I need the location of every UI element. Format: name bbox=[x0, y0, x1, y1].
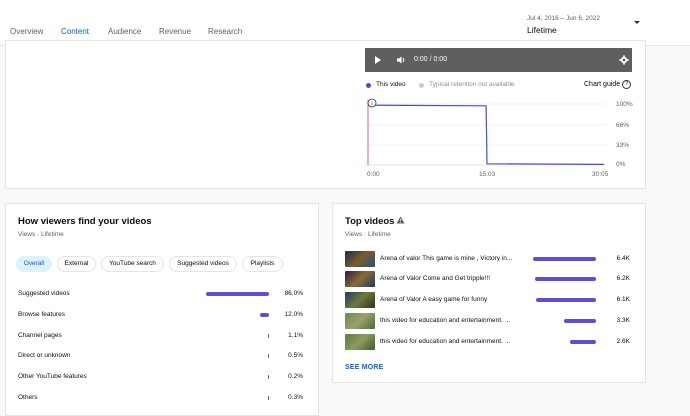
traffic-source-value: 1.1% bbox=[288, 332, 303, 339]
top-video-row[interactable]: Arena of valor This game is mine , Victo… bbox=[345, 251, 635, 267]
traffic-source-bar bbox=[267, 334, 269, 338]
traffic-source-bar bbox=[267, 354, 269, 358]
video-views-bar bbox=[570, 340, 596, 344]
traffic-source-row: Browse features 12.0% bbox=[18, 311, 308, 323]
chip-external[interactable]: External bbox=[57, 256, 96, 272]
x-tick-start: 0:00 bbox=[367, 171, 380, 178]
y-tick-66: 66% bbox=[616, 122, 630, 129]
traffic-source-bar bbox=[267, 375, 269, 379]
video-thumbnail[interactable] bbox=[345, 271, 375, 287]
chip-suggested-videos[interactable]: Suggested videos bbox=[169, 256, 237, 272]
traffic-source-row: Other YouTube features 0.2% bbox=[18, 373, 308, 385]
video-thumbnail[interactable] bbox=[345, 334, 375, 350]
video-views-value: 6.2K bbox=[616, 275, 630, 282]
retention-chart: i bbox=[366, 98, 606, 166]
video-views-value: 6.4K bbox=[616, 255, 630, 262]
traffic-source-value: 86.0% bbox=[284, 290, 303, 297]
traffic-source-value: 0.3% bbox=[288, 394, 303, 401]
video-views-value: 2.6K bbox=[616, 338, 630, 345]
video-title[interactable]: this video for education and entertainme… bbox=[380, 317, 520, 324]
video-title[interactable]: Arena of Valor Come and Get tripple!!! bbox=[380, 275, 520, 282]
traffic-source-bar bbox=[267, 396, 269, 400]
video-thumbnail[interactable] bbox=[345, 292, 375, 308]
retention-series-line bbox=[368, 104, 605, 165]
tab-audience[interactable]: Audience bbox=[108, 27, 141, 36]
play-icon[interactable] bbox=[375, 56, 381, 64]
tab-content[interactable]: Content bbox=[61, 27, 89, 36]
traffic-source-value: 0.2% bbox=[288, 373, 303, 380]
top-video-row[interactable]: this video for education and entertainme… bbox=[345, 313, 635, 329]
this-video-legend-dot bbox=[366, 83, 371, 88]
traffic-source-row: Channel pages 1.1% bbox=[18, 332, 308, 344]
chip-playlists[interactable]: Playlists bbox=[242, 256, 283, 272]
video-views-bar bbox=[535, 298, 596, 302]
tab-overview[interactable]: Overview bbox=[10, 27, 43, 36]
traffic-source-value: 12.0% bbox=[284, 311, 303, 318]
period-label[interactable]: Lifetime bbox=[527, 25, 557, 35]
help-icon[interactable]: ? bbox=[622, 80, 631, 89]
info-icon-glyph: i bbox=[371, 101, 372, 107]
legend-this-video: This video bbox=[376, 81, 406, 88]
gear-icon[interactable] bbox=[619, 55, 629, 65]
chart-guide-link[interactable]: Chart guide bbox=[584, 81, 620, 88]
x-tick-end: 30:05 bbox=[592, 171, 609, 178]
top-videos-subtitle: Views · Lifetime bbox=[345, 231, 391, 238]
video-title[interactable]: this video for education and entertainme… bbox=[380, 338, 520, 345]
traffic-source-label: Others bbox=[18, 394, 38, 401]
see-more-button[interactable]: SEE MORE bbox=[345, 364, 384, 371]
traffic-source-label: Other YouTube features bbox=[18, 373, 87, 380]
video-player-controls[interactable]: 0:00 / 0:00 bbox=[365, 48, 632, 72]
video-thumbnail[interactable] bbox=[345, 313, 375, 329]
x-tick-mid: 15:03 bbox=[479, 171, 496, 178]
chip-overall[interactable]: Overall bbox=[16, 256, 52, 272]
typical-legend-dot bbox=[419, 83, 424, 88]
traffic-source-row: Suggested videos 86.0% bbox=[18, 290, 308, 302]
video-views-value: 3.3K bbox=[616, 317, 630, 324]
volume-icon[interactable] bbox=[396, 55, 406, 65]
warning-icon[interactable] bbox=[396, 216, 405, 224]
tab-research[interactable]: Research bbox=[208, 27, 242, 36]
top-video-row[interactable]: Arena of Valor A easy game for funny 6.1K bbox=[345, 292, 635, 308]
traffic-source-label: Channel pages bbox=[18, 332, 62, 339]
top-video-row[interactable]: Arena of Valor Come and Get tripple!!! 6.… bbox=[345, 271, 635, 287]
video-title[interactable]: Arena of Valor A easy game for funny bbox=[380, 296, 520, 303]
y-tick-33: 33% bbox=[616, 142, 630, 149]
top-video-row[interactable]: this video for education and entertainme… bbox=[345, 334, 635, 350]
chip-youtube-search[interactable]: YouTube search bbox=[101, 256, 164, 272]
traffic-source-label: Browse features bbox=[18, 311, 65, 318]
player-time: 0:00 / 0:00 bbox=[414, 56, 448, 63]
tab-revenue[interactable]: Revenue bbox=[159, 27, 191, 36]
video-views-value: 6.1K bbox=[616, 296, 630, 303]
traffic-source-label: Direct or unknown bbox=[18, 352, 71, 359]
video-title[interactable]: Arena of valor This game is mine , Victo… bbox=[380, 255, 520, 262]
traffic-source-value: 0.5% bbox=[288, 352, 303, 359]
video-views-bar bbox=[534, 277, 596, 281]
traffic-source-bar bbox=[260, 313, 269, 317]
traffic-sources-subtitle: Views · Lifetime bbox=[18, 231, 64, 238]
chevron-down-icon[interactable] bbox=[634, 21, 640, 24]
video-views-bar bbox=[563, 319, 596, 323]
video-thumbnail[interactable] bbox=[345, 251, 375, 267]
traffic-source-bar bbox=[206, 292, 269, 296]
top-videos-title: Top videos bbox=[345, 216, 395, 227]
date-range-text[interactable]: Jul 4, 2016 – Jun 6, 2022 bbox=[527, 15, 600, 22]
y-tick-100: 100% bbox=[616, 101, 633, 108]
video-views-bar bbox=[533, 257, 596, 261]
y-tick-0: 0% bbox=[616, 161, 626, 168]
traffic-sources-title: How viewers find your videos bbox=[18, 216, 152, 227]
traffic-source-row: Direct or unknown 0.5% bbox=[18, 352, 308, 364]
traffic-source-label: Suggested videos bbox=[18, 290, 70, 297]
legend-typical: Typical retention not available bbox=[429, 81, 515, 88]
traffic-source-row: Others 0.3% bbox=[18, 394, 308, 406]
